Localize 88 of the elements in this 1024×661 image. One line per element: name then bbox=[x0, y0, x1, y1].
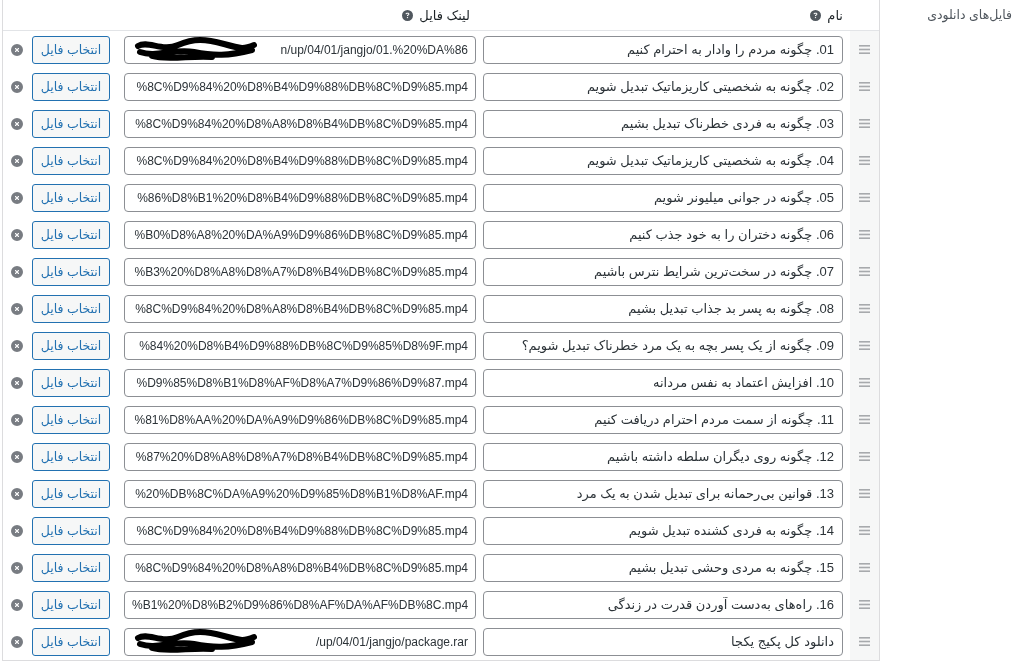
drag-handle-icon[interactable] bbox=[859, 600, 870, 609]
choose-file-button[interactable]: انتخاب فایل bbox=[32, 442, 110, 471]
drag-handle-icon[interactable] bbox=[859, 637, 870, 646]
file-name-field[interactable]: 15. چگونه به مردی وحشی تبدیل بشیم bbox=[483, 553, 843, 582]
column-header: لینک فایل bbox=[419, 7, 470, 23]
choose-file-button[interactable]: انتخاب فایل bbox=[32, 220, 110, 249]
remove-icon[interactable] bbox=[11, 339, 23, 352]
drag-handle-icon[interactable] bbox=[859, 304, 870, 313]
drag-handle-icon[interactable] bbox=[859, 193, 870, 202]
choose-file-button[interactable]: انتخاب فایل bbox=[32, 590, 110, 619]
file-name-field[interactable]: 09. چگونه از یک پسر بچه به یک مرد خطرناک تبدیل شویم؟ bbox=[483, 331, 843, 360]
drag-handle-icon[interactable] bbox=[859, 563, 870, 572]
remove-icon[interactable] bbox=[11, 561, 23, 574]
help-icon[interactable] bbox=[402, 9, 414, 21]
file-name-field[interactable]: 01. چگونه مردم را وادار به احترام کنیم bbox=[483, 35, 843, 64]
remove-icon[interactable] bbox=[11, 524, 23, 537]
remove-icon[interactable] bbox=[11, 487, 23, 500]
choose-file-button[interactable]: انتخاب فایل bbox=[32, 405, 110, 434]
remove-icon[interactable] bbox=[11, 450, 23, 463]
choose-file-button[interactable]: انتخاب فایل bbox=[32, 368, 110, 397]
choose-file-button[interactable]: انتخاب فایل bbox=[32, 627, 110, 656]
remove-icon[interactable] bbox=[11, 302, 23, 315]
choose-file-button[interactable]: انتخاب فایل bbox=[32, 109, 110, 138]
file-name-field[interactable]: 16. راه‌های به‌دست آوردن قدرت در زندگی bbox=[483, 590, 843, 619]
choose-file-button[interactable]: انتخاب فایل bbox=[32, 183, 110, 212]
file-url-field[interactable]: %B1%20%D8%B2%D9%86%D8%AF%DA%AF%DB%8C.mp4 bbox=[124, 590, 476, 619]
file-url-field[interactable]: %20%DB%8C%DA%A9%20%D9%85%D8%B1%D8%AF.mp4 bbox=[124, 479, 476, 508]
drag-handle-icon[interactable] bbox=[859, 119, 870, 128]
file-name-field[interactable]: 04. چگونه به شخصیتی کاریزماتیک تبدیل شویم bbox=[483, 146, 843, 175]
remove-icon[interactable] bbox=[11, 635, 23, 648]
section-label: فایل‌های دانلودی bbox=[927, 8, 1012, 22]
column-header: نام bbox=[827, 7, 843, 23]
file-url-field[interactable]: %8C%D9%84%20%D8%A8%D8%B4%DB%8C%D9%85.mp4 bbox=[124, 109, 476, 138]
drag-handle-icon[interactable] bbox=[859, 526, 870, 535]
file-url-field[interactable]: %86%D8%B1%20%D8%B4%D9%88%DB%8C%D9%85.mp4 bbox=[124, 183, 476, 212]
file-url-field[interactable]: %B3%20%D8%A8%D8%A7%D8%B4%DB%8C%D9%85.mp4 bbox=[124, 257, 476, 286]
choose-file-button[interactable]: انتخاب فایل bbox=[32, 294, 110, 323]
drag-handle-icon[interactable] bbox=[859, 230, 870, 239]
choose-file-button[interactable]: انتخاب فایل bbox=[32, 479, 110, 508]
choose-file-button[interactable]: انتخاب فایل bbox=[32, 553, 110, 582]
remove-icon[interactable] bbox=[11, 43, 23, 56]
remove-icon[interactable] bbox=[11, 413, 23, 426]
file-name-field[interactable]: 02. چگونه به شخصیتی کاریزماتیک تبدیل شویم bbox=[483, 72, 843, 101]
file-url-field[interactable]: %8C%D9%84%20%D8%B4%D9%88%DB%8C%D9%85.mp4 bbox=[124, 516, 476, 545]
drag-handle-icon[interactable] bbox=[859, 267, 870, 276]
file-url-field[interactable]: %D9%85%D8%B1%D8%AF%D8%A7%D9%86%D9%87.mp4 bbox=[124, 368, 476, 397]
file-url-field[interactable]: %8C%D9%84%20%D8%B4%D9%88%DB%8C%D9%85.mp4 bbox=[124, 146, 476, 175]
file-url-field[interactable]: %84%20%D8%B4%D9%88%DB%8C%D9%85%D8%9F.mp4 bbox=[124, 331, 476, 360]
file-url-field[interactable]: %81%D8%AA%20%DA%A9%D9%86%DB%8C%D9%85.mp4 bbox=[124, 405, 476, 434]
choose-file-button[interactable]: انتخاب فایل bbox=[32, 72, 110, 101]
choose-file-button[interactable]: انتخاب فایل bbox=[32, 331, 110, 360]
remove-icon[interactable] bbox=[11, 191, 23, 204]
remove-icon[interactable] bbox=[11, 80, 23, 93]
file-name-field[interactable]: 03. چگونه به فردی خطرناک تبدیل بشیم bbox=[483, 109, 843, 138]
remove-icon[interactable] bbox=[11, 154, 23, 167]
choose-file-button[interactable]: انتخاب فایل bbox=[32, 146, 110, 175]
choose-file-button[interactable]: انتخاب فایل bbox=[32, 257, 110, 286]
choose-file-button[interactable]: انتخاب فایل bbox=[32, 35, 110, 64]
file-url-field[interactable]: %8C%D9%84%20%D8%A8%D8%B4%DB%8C%D9%85.mp4 bbox=[124, 553, 476, 582]
file-name-field[interactable]: دانلود کل پکیج یکجا bbox=[483, 627, 843, 656]
remove-icon[interactable] bbox=[11, 265, 23, 278]
file-name-field[interactable]: 13. قوانین بی‌رحمانه برای تبدیل شدن به یک مرد bbox=[483, 479, 843, 508]
file-url-field[interactable]: %B0%D8%A8%20%DA%A9%D9%86%DB%8C%D9%85.mp4 bbox=[124, 220, 476, 249]
file-url-field[interactable]: %87%20%D8%A8%D8%A7%D8%B4%DB%8C%D9%85.mp4 bbox=[124, 442, 476, 471]
drag-handle-icon[interactable] bbox=[859, 415, 870, 424]
remove-icon[interactable] bbox=[11, 228, 23, 241]
file-name-field[interactable]: 14. چگونه به فردی کشنده تبدیل شویم bbox=[483, 516, 843, 545]
choose-file-button[interactable]: انتخاب فایل bbox=[32, 516, 110, 545]
help-icon[interactable] bbox=[810, 9, 822, 21]
drag-handle-icon[interactable] bbox=[859, 452, 870, 461]
file-name-field[interactable]: 05. چگونه در جوانی میلیونر شویم bbox=[483, 183, 843, 212]
file-name-field[interactable]: 07. چگونه در سخت‌ترین شرایط نترس باشیم bbox=[483, 257, 843, 286]
drag-handle-icon[interactable] bbox=[859, 156, 870, 165]
drag-handle-icon[interactable] bbox=[859, 45, 870, 54]
remove-icon[interactable] bbox=[11, 117, 23, 130]
drag-handle-icon[interactable] bbox=[859, 489, 870, 498]
file-name-field[interactable]: 06. چگونه دختران را به خود جذب کنیم bbox=[483, 220, 843, 249]
file-name-field[interactable]: 12. چگونه روی دیگران سلطه داشته باشیم bbox=[483, 442, 843, 471]
drag-handle-icon[interactable] bbox=[859, 82, 870, 91]
drag-handle-icon[interactable] bbox=[859, 341, 870, 350]
file-name-field[interactable]: 08. چگونه به پسر بد جذاب تبدیل بشیم bbox=[483, 294, 843, 323]
file-url-field[interactable]: %8C%D9%84%20%D8%B4%D9%88%DB%8C%D9%85.mp4 bbox=[124, 72, 476, 101]
file-name-field[interactable]: 11. چگونه از سمت مردم احترام دریافت کنیم bbox=[483, 405, 843, 434]
file-name-field[interactable]: 10. افزایش اعتماد به نفس مردانه bbox=[483, 368, 843, 397]
remove-icon[interactable] bbox=[11, 376, 23, 389]
file-url-field[interactable]: %8C%D9%84%20%D8%A8%D8%B4%DB%8C%D9%85.mp4 bbox=[124, 294, 476, 323]
drag-handle-icon[interactable] bbox=[859, 378, 870, 387]
remove-icon[interactable] bbox=[11, 598, 23, 611]
